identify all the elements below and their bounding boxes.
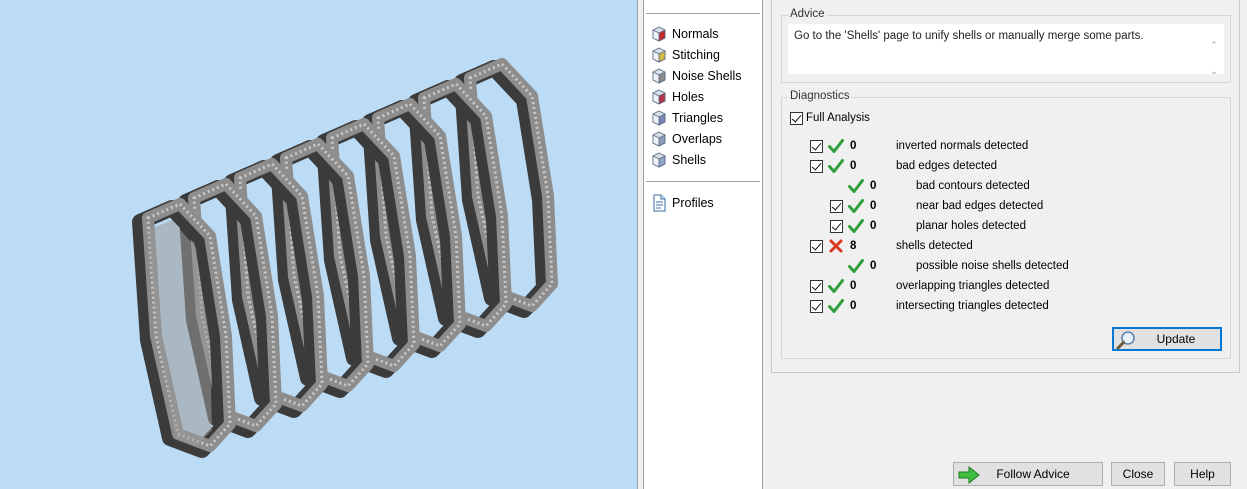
holes-icon — [652, 89, 666, 105]
wizard-page-frame: Advice Go to the 'Shells' page to unify … — [771, 0, 1240, 373]
green-arrow-icon — [958, 466, 980, 484]
nav-item-label: Shells — [672, 153, 707, 167]
nav-item-label: Stitching — [672, 48, 720, 62]
nav-item-stitching[interactable]: Stitching — [650, 45, 720, 65]
nav-item-shells[interactable]: Shells — [650, 150, 706, 170]
update-button[interactable]: Update — [1112, 327, 1222, 351]
diagnostic-checkbox[interactable] — [830, 200, 843, 213]
update-label: Update — [1156, 332, 1196, 346]
diagnostic-count: 8 — [850, 240, 857, 252]
check-icon — [828, 139, 844, 153]
overlaps-icon — [652, 131, 666, 147]
fix-wizard-panel: Advice Go to the 'Shells' page to unify … — [763, 0, 1247, 489]
diagnostic-checkbox[interactable] — [830, 220, 843, 233]
diagnostics-title: Diagnostics — [788, 90, 852, 102]
diagnostic-checkbox[interactable] — [810, 280, 823, 293]
document-icon — [653, 194, 666, 212]
help-button[interactable]: Help — [1174, 462, 1231, 486]
diagnostic-label: possible noise shells detected — [916, 260, 1069, 272]
diagnostics-group: Diagnostics Full Analysis 0 inverted norm… — [781, 90, 1231, 359]
diagnostic-checkbox[interactable] — [810, 140, 823, 153]
diagnostic-count: 0 — [850, 300, 857, 312]
diagnostic-count: 0 — [850, 140, 857, 152]
diagnostic-label: intersecting triangles detected — [896, 300, 1049, 312]
diagnostic-label: near bad edges detected — [916, 200, 1044, 212]
diagnostic-checkbox[interactable] — [810, 240, 823, 253]
follow-advice-button[interactable]: Follow Advice — [953, 462, 1103, 486]
nav-item-label: Normals — [672, 27, 719, 41]
diagnostic-checkbox[interactable] — [810, 300, 823, 313]
nav-item-holes[interactable]: Holes — [650, 87, 704, 107]
diagnostic-count: 0 — [850, 160, 857, 172]
diagnostic-count: 0 — [850, 280, 857, 292]
diagnostic-label: shells detected — [896, 240, 973, 252]
check-icon — [848, 179, 864, 193]
normals-icon — [652, 26, 666, 42]
nav-item-label: Triangles — [672, 111, 723, 125]
list-divider — [646, 181, 760, 182]
check-category-list: Normals Stitching Noise Shells Holes Triangl… — [643, 0, 763, 489]
scroll-up-icon[interactable]: ⌃ — [1208, 38, 1220, 52]
nav-item-label: Overlaps — [672, 132, 723, 146]
check-icon — [848, 259, 864, 273]
list-divider — [646, 13, 760, 14]
shells-icon — [652, 152, 666, 168]
advice-group: Advice Go to the 'Shells' page to unify … — [781, 8, 1231, 83]
check-icon — [828, 279, 844, 293]
mesh-model[interactable] — [0, 0, 637, 489]
stitching-icon — [652, 47, 666, 63]
advice-scrollbar[interactable]: ⌃ ⌄ — [1208, 38, 1220, 78]
nav-item-triangles[interactable]: Triangles — [650, 108, 723, 128]
follow-advice-label: Follow Advice — [996, 467, 1070, 481]
advice-text: Go to the 'Shells' page to unify shells … — [794, 30, 1144, 42]
diagnostic-label: overlapping triangles detected — [896, 280, 1050, 292]
close-label: Close — [1122, 467, 1154, 481]
diagnostic-count: 0 — [870, 200, 877, 212]
full-analysis-checkbox[interactable] — [790, 112, 803, 125]
diagnostic-label: bad edges detected — [896, 160, 998, 172]
full-analysis-label: Full Analysis — [806, 112, 870, 124]
check-icon — [848, 219, 864, 233]
close-button[interactable]: Close — [1111, 462, 1165, 486]
nav-item-noise-shells[interactable]: Noise Shells — [650, 66, 741, 86]
check-icon — [848, 199, 864, 213]
nav-item-label: Profiles — [672, 196, 714, 210]
diagnostic-count: 0 — [870, 180, 877, 192]
nav-item-overlaps[interactable]: Overlaps — [650, 129, 722, 149]
check-icon — [828, 159, 844, 173]
diagnostic-checkbox[interactable] — [810, 160, 823, 173]
help-label: Help — [1190, 467, 1215, 481]
nav-item-label: Holes — [672, 90, 704, 104]
nav-item-profiles[interactable]: Profiles — [650, 193, 714, 213]
advice-title: Advice — [788, 8, 827, 20]
diagnostic-count: 0 — [870, 220, 877, 232]
diagnostic-label: inverted normals detected — [896, 140, 1029, 152]
nav-item-normals[interactable]: Normals — [650, 24, 719, 44]
scroll-down-icon[interactable]: ⌄ — [1208, 64, 1220, 78]
diagnostic-label: planar holes detected — [916, 220, 1026, 232]
magnifier-icon — [1116, 331, 1135, 350]
check-icon — [828, 299, 844, 313]
3d-viewport[interactable] — [0, 0, 637, 489]
cross-icon — [829, 239, 843, 253]
diagnostic-label: bad contours detected — [916, 180, 1030, 192]
diagnostic-count: 0 — [870, 260, 877, 272]
nav-item-label: Noise Shells — [672, 69, 742, 83]
triangles-icon — [652, 110, 666, 126]
noise-shells-icon — [652, 68, 666, 84]
advice-text-box[interactable]: Go to the 'Shells' page to unify shells … — [788, 24, 1224, 76]
